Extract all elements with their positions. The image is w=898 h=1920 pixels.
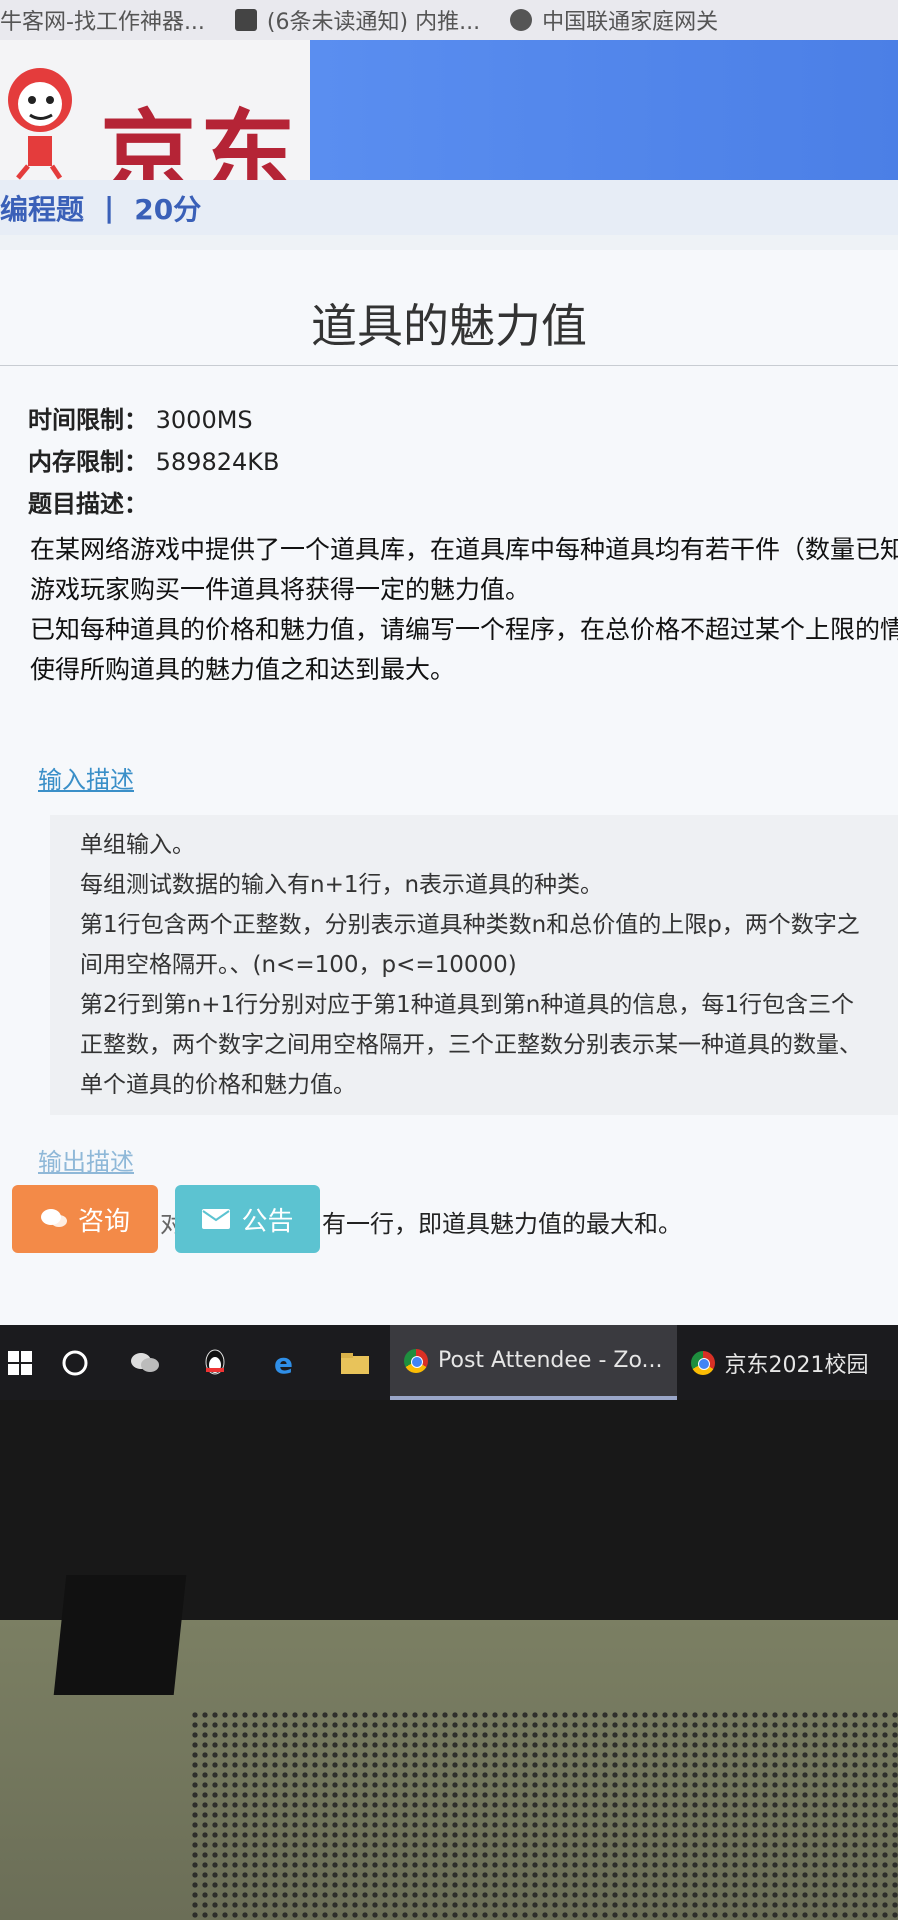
taskbar-app-label: 京东2021校园 xyxy=(724,1352,869,1378)
wechat-icon[interactable] xyxy=(110,1325,180,1400)
mail-icon xyxy=(202,1209,231,1229)
edge-browser-icon[interactable]: e xyxy=(250,1325,320,1400)
webpage: 京东 编程题 | 20分 道具的魅力值 时间限制： 3000MS 内存限制： 5… xyxy=(0,40,898,1325)
notice-button[interactable]: 公告 xyxy=(175,1185,320,1253)
time-limit-value: 3000MS xyxy=(155,406,253,434)
input-line: 单个道具的价格和魅力值。 xyxy=(80,1072,356,1098)
problem-title: 道具的魅力值 xyxy=(311,299,587,353)
output-description-tab[interactable]: 输出描述 xyxy=(38,1142,134,1177)
bookmark-label: 中国联通家庭网关 xyxy=(542,10,719,35)
time-limit-label: 时间限制： xyxy=(28,406,148,434)
mascot-dog-icon xyxy=(8,68,72,180)
input-line: 正整数，两个数字之间用空格隔开，三个正整数分别表示某一种道具的数量、 xyxy=(80,1032,862,1058)
notice-label: 公告 xyxy=(241,1206,294,1237)
description-heading: 题目描述： xyxy=(28,484,148,519)
chrome-icon xyxy=(404,1348,428,1373)
problem-score: 20分 xyxy=(134,192,202,226)
qq-penguin-icon[interactable] xyxy=(180,1325,250,1400)
memory-limit-value: 589824KB xyxy=(155,448,280,476)
separator: | xyxy=(104,191,115,224)
divider xyxy=(0,365,898,366)
input-line: 第2行到第n+1行分别对应于第1种道具到第n种道具的信息，每1行包含三个 xyxy=(80,992,854,1018)
problem-description: 在某网络游戏中提供了一个道具库，在道具库中每种道具均有若干件（数量已知 游戏玩家… xyxy=(30,530,898,690)
description-line: 在某网络游戏中提供了一个道具库，在道具库中每种道具均有若干件（数量已知 xyxy=(30,535,898,564)
input-line: 单组输入。 xyxy=(80,832,195,858)
bookmark-icon xyxy=(234,9,257,31)
bookmark-label: (6条未读通知) 内推... xyxy=(266,10,481,35)
description-line: 使得所购道具的魅力值之和达到最大。 xyxy=(30,655,456,684)
description-label: 题目描述： xyxy=(28,490,148,518)
speaker-grille xyxy=(190,1710,898,1920)
output-description-text: 有一行，即道具魅力值的最大和。 xyxy=(322,1210,682,1238)
bookmark-item[interactable]: 中国联通家庭网关 xyxy=(510,4,718,36)
globe-icon xyxy=(510,9,533,31)
svg-text:e: e xyxy=(274,1349,293,1377)
bookmark-item[interactable]: (6条未读通知) 内推... xyxy=(234,4,481,36)
description-line: 游戏玩家购买一件道具将获得一定的魅力值。 xyxy=(30,575,531,604)
chat-icon xyxy=(40,1209,67,1227)
description-line: 已知每种道具的价格和魅力值，请编写一个程序，在总价格不超过某个上限的情 xyxy=(30,615,898,644)
problem-meta-bar: 编程题 | 20分 xyxy=(0,180,898,235)
header-banner xyxy=(310,40,898,190)
windows-start-icon[interactable] xyxy=(0,1325,40,1400)
problem-panel: 道具的魅力值 时间限制： 3000MS 内存限制： 589824KB 题目描述：… xyxy=(0,250,898,1325)
problem-type: 编程题 xyxy=(0,192,85,226)
memory-limit-label: 内存限制： xyxy=(28,448,148,476)
consult-button[interactable]: 咨询 xyxy=(12,1185,158,1253)
file-explorer-icon[interactable] xyxy=(320,1325,390,1400)
taskbar-app-label: Post Attendee - Zo... xyxy=(438,1348,663,1373)
bookmark-item[interactable]: 牛客网-找工作神器... xyxy=(0,4,205,36)
taskbar: e Post Attendee - Zo... 京东2021校园 xyxy=(0,1325,898,1400)
taskbar-app-chrome-zoom[interactable]: Post Attendee - Zo... xyxy=(390,1325,677,1400)
input-description-box: 单组输入。 每组测试数据的输入有n+1行，n表示道具的种类。 第1行包含两个正整… xyxy=(50,815,898,1115)
input-description-tab[interactable]: 输入描述 xyxy=(38,760,134,795)
logo-area: 京东 xyxy=(0,40,312,212)
search-circle-icon[interactable] xyxy=(40,1325,110,1400)
memory-limit: 内存限制： 589824KB xyxy=(28,442,279,477)
input-line: 第1行包含两个正整数，分别表示道具种类数n和总价值的上限p，两个数字之 xyxy=(80,912,860,938)
time-limit: 时间限制： 3000MS xyxy=(28,400,253,435)
consult-label: 咨询 xyxy=(77,1206,130,1237)
input-line: 每组测试数据的输入有n+1行，n表示道具的种类。 xyxy=(80,872,604,898)
taskbar-app-chrome-jd[interactable]: 京东2021校园 xyxy=(677,1325,883,1400)
chrome-icon xyxy=(690,1350,715,1375)
input-line: 间用空格隔开。、(n<=100，p<=10000) xyxy=(80,952,517,978)
bookmark-label: 牛客网-找工作神器... xyxy=(0,10,205,35)
laptop-hinge xyxy=(53,1575,187,1695)
bookmarks-bar: 牛客网-找工作神器... (6条未读通知) 内推... 中国联通家庭网关 xyxy=(0,0,898,40)
